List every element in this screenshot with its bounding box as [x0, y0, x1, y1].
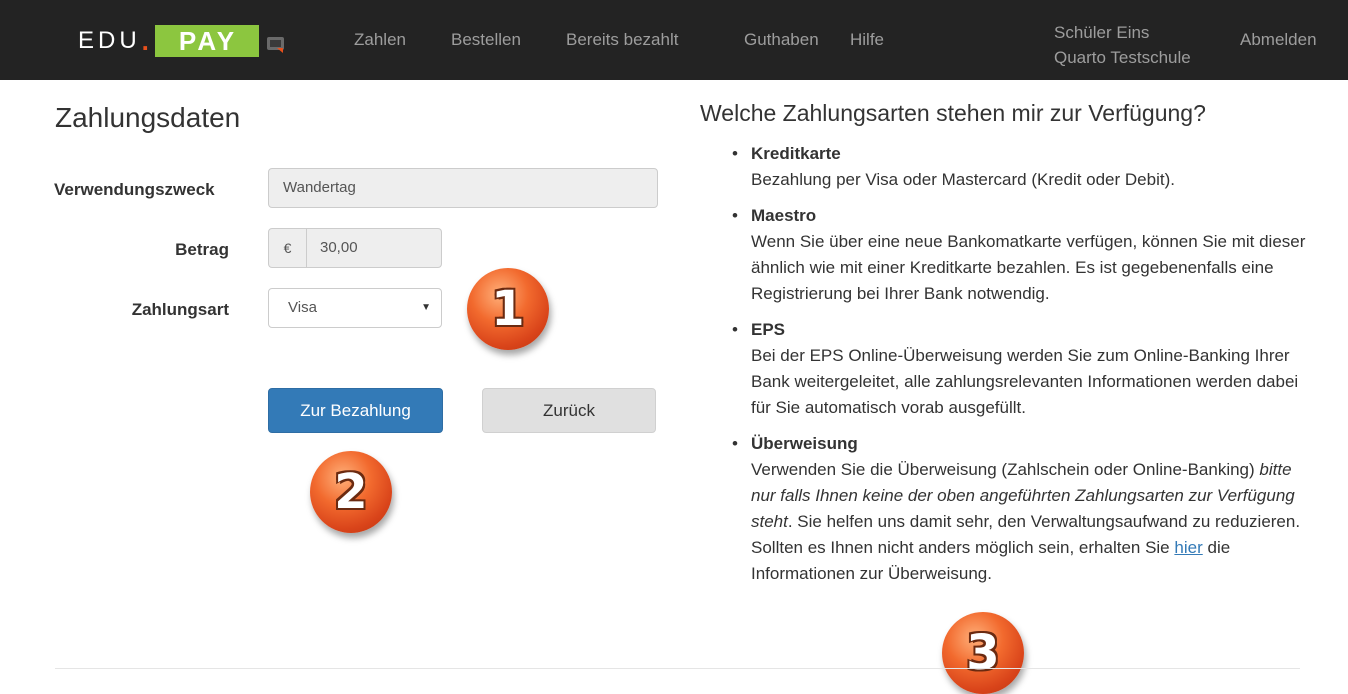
item-head: Überweisung [751, 434, 858, 453]
payment-method-value: Visa [288, 299, 317, 316]
school-name: Quarto Testschule [1054, 48, 1191, 67]
top-navbar: EDU . PAY Zahlen Bestellen Bereits bezah… [0, 0, 1348, 80]
callout-badge-3: 3 [942, 612, 1024, 694]
amount-input[interactable]: 30,00 [307, 229, 441, 267]
footer-divider [55, 668, 1300, 669]
nav-link-hilfe[interactable]: Hilfe [850, 30, 884, 50]
logout-link[interactable]: Abmelden [1240, 30, 1317, 50]
purpose-input[interactable]: Wandertag [268, 168, 658, 208]
item-text: Bezahlung per Visa oder Mastercard (Kred… [751, 170, 1175, 189]
info-title: Welche Zahlungsarten stehen mir zur Verf… [700, 100, 1206, 126]
list-item-maestro: Maestro Wenn Sie über eine neue Bankomat… [732, 203, 1312, 307]
logo-edu-text: EDU [78, 27, 141, 54]
item-text: Bei der EPS Online-Überweisung werden Si… [751, 346, 1299, 417]
item-head: Kreditkarte [751, 144, 841, 163]
nav-link-bestellen[interactable]: Bestellen [451, 30, 521, 50]
item-head: EPS [751, 320, 786, 339]
list-item-kreditkarte: Kreditkarte Bezahlung per Visa oder Mast… [732, 141, 1312, 193]
amount-label: Betrag [175, 240, 229, 259]
nav-link-guthaben[interactable]: Guthaben [744, 30, 819, 50]
logo-screen-icon [267, 37, 285, 53]
edupay-logo[interactable]: EDU . PAY [78, 24, 287, 58]
item-text: Wenn Sie über eine neue Bankomatkarte ve… [751, 232, 1306, 303]
amount-input-group[interactable]: € 30,00 [268, 228, 442, 268]
payment-method-select[interactable]: Visa ▼ [268, 288, 442, 328]
callout-badge-1: 1 [467, 268, 549, 350]
nav-link-bereits-bezahlt[interactable]: Bereits bezahlt [566, 30, 678, 50]
purpose-label: Verwendungszweck [54, 180, 215, 199]
list-item-ueberweisung: Überweisung Verwenden Sie die Überweisun… [732, 431, 1312, 587]
logo-dot: . [141, 25, 149, 56]
currency-addon: € [269, 229, 307, 267]
payment-methods-list: Kreditkarte Bezahlung per Visa oder Mast… [732, 141, 1312, 597]
list-item-eps: EPS Bei der EPS Online-Überweisung werde… [732, 317, 1312, 421]
chevron-down-icon: ▼ [421, 302, 431, 313]
item-text: Verwenden Sie die Überweisung (Zahlschei… [751, 460, 1301, 583]
item-head: Maestro [751, 206, 817, 225]
nav-link-zahlen[interactable]: Zahlen [354, 30, 406, 50]
callout-badge-2: 2 [310, 451, 392, 533]
pay-button[interactable]: Zur Bezahlung [268, 388, 443, 433]
back-button[interactable]: Zurück [482, 388, 656, 433]
nav-user-info[interactable]: Schüler Eins Quarto Testschule [1054, 20, 1191, 70]
logo-pay-text: PAY [154, 25, 260, 57]
page-title: Zahlungsdaten [55, 102, 241, 133]
user-name: Schüler Eins [1054, 23, 1150, 42]
ueberweisung-info-link[interactable]: hier [1174, 538, 1202, 557]
payment-method-label: Zahlungsart [131, 300, 229, 319]
